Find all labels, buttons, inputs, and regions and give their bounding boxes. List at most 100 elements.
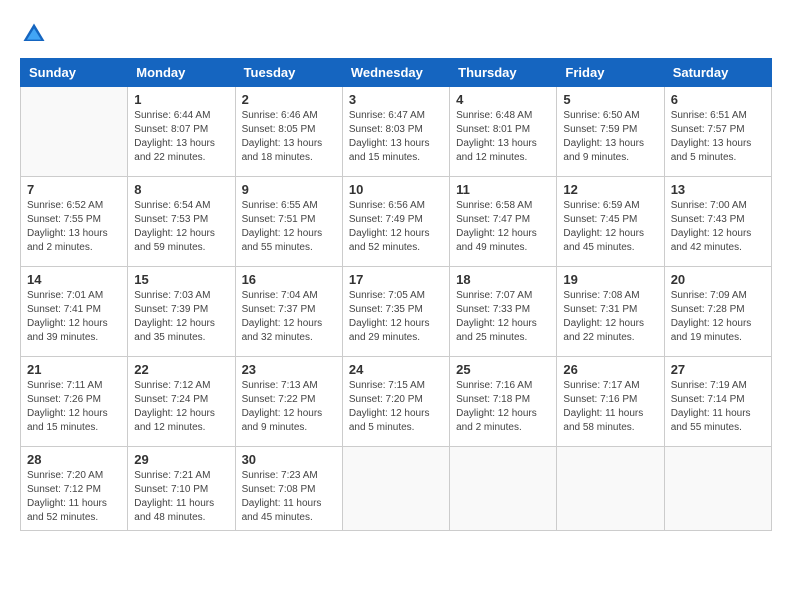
cell-line: Daylight: 12 hours <box>563 228 644 239</box>
day-number: 17 <box>349 272 443 287</box>
cell-line: Sunset: 8:05 PM <box>242 124 316 135</box>
cell-line: Sunset: 7:41 PM <box>27 304 101 315</box>
week-row-3: 14Sunrise: 7:01 AMSunset: 7:41 PMDayligh… <box>21 267 772 357</box>
cell-line: Daylight: 12 hours <box>27 408 108 419</box>
cell-line: and 49 minutes. <box>456 242 527 253</box>
calendar-body: 1Sunrise: 6:44 AMSunset: 8:07 PMDaylight… <box>21 87 772 531</box>
cell-line: and 15 minutes. <box>27 422 98 433</box>
cell-line: Sunrise: 7:05 AM <box>349 290 425 301</box>
week-row-2: 7 Sunrise: 6:52 AM Sunset: 7:55 PM Daylight… <box>21 177 772 267</box>
header-row: SundayMondayTuesdayWednesdayThursdayFrid… <box>21 59 772 87</box>
calendar-cell: 29Sunrise: 7:21 AMSunset: 7:10 PMDayligh… <box>128 447 235 531</box>
calendar-cell: 25Sunrise: 7:16 AMSunset: 7:18 PMDayligh… <box>450 357 557 447</box>
cell-line: Sunrise: 6:47 AM <box>349 110 425 121</box>
calendar-cell: 20 Sunrise: 7:09 AMSunset: 7:28 PMDayligh… <box>664 267 771 357</box>
cell-line: and 12 minutes. <box>456 152 527 163</box>
cell-line: Daylight: 11 hours <box>27 498 107 509</box>
cell-line: Sunrise: 7:20 AM <box>27 470 103 481</box>
cell-line: Sunrise: 7:07 AM <box>456 290 532 301</box>
cell-line: Sunset: 8:07 PM <box>134 124 208 135</box>
cell-line: Daylight: 12 hours <box>349 318 430 329</box>
cell-line: Daylight: 12 hours <box>134 228 215 239</box>
cell-line: and 22 minutes. <box>134 152 205 163</box>
cell-line: Sunrise: 7:23 AM <box>242 470 318 481</box>
calendar-cell: 15Sunrise: 7:03 AMSunset: 7:39 PMDayligh… <box>128 267 235 357</box>
cell-line: Sunrise: 7:00 AM <box>671 200 747 211</box>
cell-content: Sunrise: 7:00 AMSunset: 7:43 PMDaylight:… <box>671 199 765 255</box>
calendar-cell: 23Sunrise: 7:13 AMSunset: 7:22 PMDayligh… <box>235 357 342 447</box>
cell-line: Daylight: 12 hours <box>27 318 108 329</box>
calendar-cell: 22Sunrise: 7:12 AMSunset: 7:24 PMDayligh… <box>128 357 235 447</box>
calendar-cell: 30Sunrise: 7:23 AMSunset: 7:08 PMDayligh… <box>235 447 342 531</box>
cell-content: Sunrise: 7:15 AMSunset: 7:20 PMDaylight:… <box>349 379 443 435</box>
cell-line: and 12 minutes. <box>134 422 205 433</box>
day-number: 4 <box>456 92 550 107</box>
cell-line: Daylight: 11 hours <box>134 498 214 509</box>
cell-line: Sunset: 7:55 PM <box>27 214 101 225</box>
day-number: 10 <box>349 182 443 197</box>
calendar-cell: 6Sunrise: 6:51 AMSunset: 7:57 PMDaylight… <box>664 87 771 177</box>
calendar-cell: 17Sunrise: 7:05 AMSunset: 7:35 PMDayligh… <box>342 267 449 357</box>
cell-line: Sunrise: 7:13 AM <box>242 380 318 391</box>
calendar-cell: 9 Sunrise: 6:55 AMSunset: 7:51 PMDaylight… <box>235 177 342 267</box>
day-number: 18 <box>456 272 550 287</box>
day-number: 25 <box>456 362 550 377</box>
cell-line: and 45 minutes. <box>242 512 313 523</box>
cell-line: and 39 minutes. <box>27 332 98 343</box>
cell-line: Daylight: 13 hours <box>27 228 108 239</box>
cell-line: and 55 minutes. <box>242 242 313 253</box>
cell-line: Sunrise: 7:17 AM <box>563 380 639 391</box>
cell-line: Sunset: 7:53 PM <box>134 214 208 225</box>
cell-line: Sunset: 7:45 PM <box>563 214 637 225</box>
cell-line: Sunrise: 7:15 AM <box>349 380 425 391</box>
calendar-cell: 4Sunrise: 6:48 AMSunset: 8:01 PMDaylight… <box>450 87 557 177</box>
cell-line: and 25 minutes. <box>456 332 527 343</box>
cell-line: Daylight: 12 hours <box>456 318 537 329</box>
cell-content: Sunrise: 7:09 AMSunset: 7:28 PMDaylight:… <box>671 289 765 345</box>
cell-line: Daylight: 12 hours <box>349 408 430 419</box>
logo <box>20 20 52 48</box>
cell-line: Sunrise: 7:11 AM <box>27 380 102 391</box>
cell-line: Sunrise: 6:51 AM <box>671 110 747 121</box>
cell-content: Sunrise: 6:54 AM Sunset: 7:53 PM Daylight:… <box>134 199 228 255</box>
cell-line: Sunset: 7:51 PM <box>242 214 316 225</box>
cell-line: Sunset: 8:03 PM <box>349 124 423 135</box>
calendar-cell: 7 Sunrise: 6:52 AM Sunset: 7:55 PM Daylight… <box>21 177 128 267</box>
cell-line: Sunrise: 7:19 AM <box>671 380 747 391</box>
cell-line: and 22 minutes. <box>563 332 634 343</box>
day-number: 27 <box>671 362 765 377</box>
cell-line: and 9 minutes. <box>242 422 308 433</box>
cell-line: Daylight: 11 hours <box>563 408 643 419</box>
cell-content: Sunrise: 6:58 AMSunset: 7:47 PMDaylight:… <box>456 199 550 255</box>
cell-line: Sunset: 7:47 PM <box>456 214 530 225</box>
day-number: 9 <box>242 182 336 197</box>
cell-line: Sunset: 7:18 PM <box>456 394 530 405</box>
day-number: 16 <box>242 272 336 287</box>
cell-line: Sunrise: 6:48 AM <box>456 110 532 121</box>
cell-line: Sunrise: 7:01 AM <box>27 290 103 301</box>
cell-line: Sunrise: 6:50 AM <box>563 110 639 121</box>
cell-line: Sunset: 7:57 PM <box>671 124 745 135</box>
day-number: 7 <box>27 182 121 197</box>
column-header-monday: Monday <box>128 59 235 87</box>
cell-content: Sunrise: 7:20 AMSunset: 7:12 PMDaylight:… <box>27 469 121 525</box>
cell-line: Daylight: 12 hours <box>671 228 752 239</box>
cell-line: Sunset: 7:59 PM <box>563 124 637 135</box>
cell-line: and 58 minutes. <box>563 422 634 433</box>
cell-line: and 45 minutes. <box>563 242 634 253</box>
cell-content: Sunrise: 7:21 AMSunset: 7:10 PMDaylight:… <box>134 469 228 525</box>
cell-content: Sunrise: 6:55 AMSunset: 7:51 PMDaylight:… <box>242 199 336 255</box>
cell-line: Daylight: 12 hours <box>242 228 323 239</box>
cell-line: Sunrise: 6:52 AM <box>27 200 103 211</box>
day-number: 20 <box>671 272 765 287</box>
cell-content: Sunrise: 6:56 AMSunset: 7:49 PMDaylight:… <box>349 199 443 255</box>
calendar-cell: 11Sunrise: 6:58 AMSunset: 7:47 PMDayligh… <box>450 177 557 267</box>
day-number: 23 <box>242 362 336 377</box>
cell-line: Sunset: 7:31 PM <box>563 304 637 315</box>
calendar-cell: 27Sunrise: 7:19 AMSunset: 7:14 PMDayligh… <box>664 357 771 447</box>
cell-line: Sunrise: 6:54 AM <box>134 200 210 211</box>
cell-line: Sunset: 7:24 PM <box>134 394 208 405</box>
calendar-cell: 2Sunrise: 6:46 AMSunset: 8:05 PMDaylight… <box>235 87 342 177</box>
cell-line: Daylight: 13 hours <box>349 138 430 149</box>
calendar-cell: 12Sunrise: 6:59 AMSunset: 7:45 PMDayligh… <box>557 177 664 267</box>
